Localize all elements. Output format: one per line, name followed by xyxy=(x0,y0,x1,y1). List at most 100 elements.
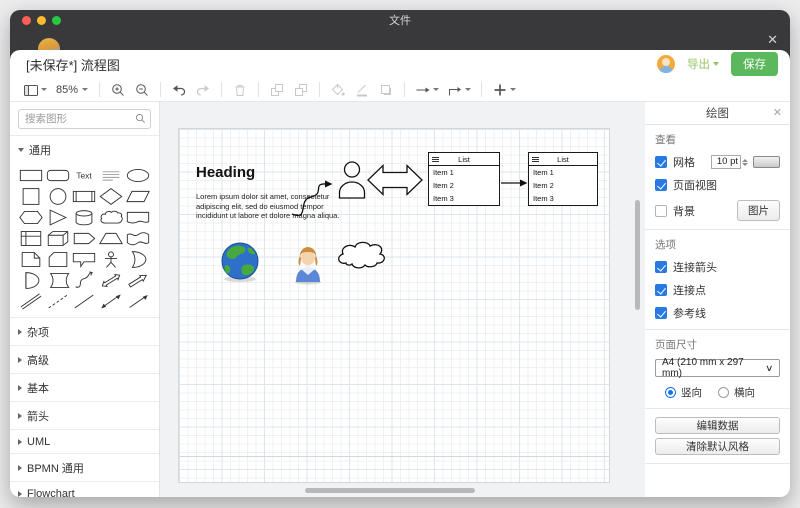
shape-curve[interactable] xyxy=(71,270,98,290)
export-button[interactable]: 导出 xyxy=(687,56,719,72)
shape-cloud[interactable] xyxy=(98,207,125,227)
shape-actor[interactable] xyxy=(98,249,125,269)
line-color-button[interactable] xyxy=(351,80,373,100)
grid-color-button[interactable] xyxy=(753,156,780,168)
shape-bidirectional-connector[interactable] xyxy=(98,291,125,311)
shape-step[interactable] xyxy=(71,228,98,248)
search-input[interactable] xyxy=(18,109,151,129)
shape-textbox[interactable] xyxy=(98,165,125,185)
orientation-landscape-radio[interactable]: 横向 xyxy=(718,385,755,400)
list-shape[interactable]: List Item 1 Item 2 Item 3 xyxy=(528,152,598,206)
grid-size-input[interactable]: 10 pt xyxy=(711,155,741,169)
minimize-window-icon[interactable] xyxy=(37,16,46,25)
shape-ellipse[interactable] xyxy=(124,165,151,185)
drawing-canvas[interactable]: Heading Lorem ipsum dolor sit amet, cons… xyxy=(160,102,645,497)
redo-button[interactable] xyxy=(192,80,214,100)
shape-rectangle[interactable] xyxy=(18,165,45,185)
close-panel-icon[interactable]: ✕ xyxy=(773,106,782,119)
traffic-lights xyxy=(22,16,61,25)
shape-parallelogram[interactable] xyxy=(124,186,151,206)
to-back-button[interactable] xyxy=(290,80,312,100)
sidebar-section-flowchart[interactable]: Flowchart xyxy=(10,481,159,497)
sidebar-section-general[interactable]: 通用 xyxy=(10,135,159,163)
zoom-level-button[interactable]: 85% xyxy=(52,84,92,96)
shape-tape[interactable] xyxy=(124,228,151,248)
shape-hexagon[interactable] xyxy=(18,207,45,227)
sidebar-section-misc[interactable]: 杂项 xyxy=(10,317,159,345)
maximize-window-icon[interactable] xyxy=(52,16,61,25)
sidebar-section-bpmn[interactable]: BPMN 通用 xyxy=(10,453,159,481)
shape-square[interactable] xyxy=(18,186,45,206)
shape-circle[interactable] xyxy=(45,186,72,206)
shape-rounded-rectangle[interactable] xyxy=(45,165,72,185)
orientation-portrait-radio[interactable]: 竖向 xyxy=(665,385,702,400)
background-checkbox[interactable] xyxy=(655,204,667,217)
menubar-file[interactable]: 文件 xyxy=(10,12,790,28)
shape-cube[interactable] xyxy=(45,228,72,248)
canvas-paragraph-text[interactable]: Lorem ipsum dolor sit amet, consectetur … xyxy=(196,192,349,221)
canvas-heading-text[interactable]: Heading xyxy=(196,164,255,181)
shape-arrow[interactable] xyxy=(124,270,151,290)
shape-triangle[interactable] xyxy=(45,207,72,227)
vertical-scrollbar[interactable] xyxy=(635,200,640,310)
shape-trapezoid[interactable] xyxy=(98,228,125,248)
fill-color-button[interactable] xyxy=(327,80,349,100)
shape-or[interactable] xyxy=(124,249,151,269)
close-document-icon[interactable]: ✕ xyxy=(767,31,778,49)
connection-points-checkbox[interactable] xyxy=(655,284,667,296)
shape-directional-connector[interactable] xyxy=(124,291,151,311)
guides-checkbox[interactable] xyxy=(655,307,667,319)
list-item[interactable]: Item 3 xyxy=(429,192,499,205)
options-section: 选项 连接箭头 连接点 参考线 xyxy=(645,230,790,330)
list-item[interactable]: Item 3 xyxy=(529,192,597,205)
shape-process[interactable] xyxy=(71,186,98,206)
shape-data-storage[interactable] xyxy=(45,270,72,290)
window-subbar: ✕ xyxy=(10,30,790,60)
shape-callout[interactable] xyxy=(71,249,98,269)
shape-document[interactable] xyxy=(124,207,151,227)
close-window-icon[interactable] xyxy=(22,16,31,25)
sidebar-section-basic[interactable]: 基本 xyxy=(10,373,159,401)
shape-text[interactable]: Text xyxy=(71,165,98,185)
background-image-button[interactable]: 图片 xyxy=(737,200,780,221)
shape-diamond[interactable] xyxy=(98,186,125,206)
shape-internal-storage[interactable] xyxy=(18,228,45,248)
list-shape[interactable]: List Item 1 Item 2 Item 3 xyxy=(428,152,500,206)
sidebar-section-advanced[interactable]: 高级 xyxy=(10,345,159,373)
sidebar-section-uml[interactable]: UML xyxy=(10,429,159,453)
shadow-button[interactable] xyxy=(375,80,397,100)
background-label: 背景 xyxy=(673,205,695,218)
list-item[interactable]: Item 2 xyxy=(429,179,499,192)
user-avatar[interactable] xyxy=(657,55,675,73)
sidebar-section-arrows[interactable]: 箭头 xyxy=(10,401,159,429)
edit-data-button[interactable]: 编辑数据 xyxy=(655,417,780,434)
waypoint-style-button[interactable] xyxy=(444,80,474,100)
shape-bidirectional-arrow[interactable] xyxy=(98,270,125,290)
connection-arrows-checkbox[interactable] xyxy=(655,261,667,273)
clear-default-style-button[interactable]: 清除默认风格 xyxy=(655,438,780,455)
shape-link[interactable] xyxy=(18,291,45,311)
shape-line[interactable] xyxy=(71,291,98,311)
zoom-out-button[interactable] xyxy=(131,80,153,100)
insert-button[interactable] xyxy=(489,80,519,100)
shape-dashed-line[interactable] xyxy=(45,291,72,311)
undo-button[interactable] xyxy=(168,80,190,100)
horizontal-scrollbar[interactable] xyxy=(305,488,475,493)
page-view-checkbox[interactable] xyxy=(655,179,667,191)
shape-note[interactable] xyxy=(18,249,45,269)
to-front-button[interactable] xyxy=(266,80,288,100)
zoom-in-button[interactable] xyxy=(107,80,129,100)
shape-cylinder[interactable] xyxy=(71,207,98,227)
shape-card[interactable] xyxy=(45,249,72,269)
connection-arrow-button[interactable] xyxy=(412,80,442,100)
grid-checkbox[interactable] xyxy=(655,156,667,168)
panel-view-button[interactable] xyxy=(20,80,50,100)
shape-and[interactable] xyxy=(18,270,45,290)
list-item[interactable]: Item 1 xyxy=(529,166,597,179)
page-size-select[interactable]: A4 (210 mm x 297 mm) ∨ xyxy=(655,357,780,379)
list-item[interactable]: Item 2 xyxy=(529,179,597,192)
delete-button[interactable] xyxy=(229,80,251,100)
list-item[interactable]: Item 1 xyxy=(429,166,499,179)
grid-size-stepper[interactable] xyxy=(742,158,748,166)
save-button[interactable]: 保存 xyxy=(731,52,778,76)
